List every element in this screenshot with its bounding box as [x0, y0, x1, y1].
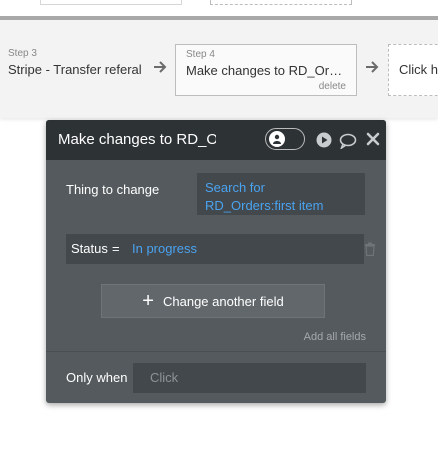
- change-another-field-button[interactable]: + Change another field: [101, 284, 325, 318]
- comment-icon[interactable]: [339, 133, 357, 154]
- add-step-placeholder[interactable]: Click he: [388, 44, 438, 96]
- panel-header: Make changes to RD_Ord: [46, 120, 386, 160]
- panel-title: Make changes to RD_Ord: [58, 131, 216, 148]
- step-delete-link[interactable]: delete: [319, 81, 346, 92]
- step-label: Step 4: [186, 49, 215, 60]
- field-change-row[interactable]: Status = In progress: [66, 234, 364, 264]
- add-all-fields-link[interactable]: Add all fields: [304, 331, 366, 343]
- step-title: Stripe - Transfer referal: [8, 62, 142, 77]
- workflow-steps-bar: Step 3 Stripe - Transfer referal Step 4 …: [0, 16, 438, 118]
- plus-icon: +: [142, 290, 154, 312]
- thing-to-change-input[interactable]: Search for RD_Orders:first item: [197, 173, 365, 215]
- user-icon: [269, 131, 285, 147]
- field-value[interactable]: In progress: [132, 241, 197, 256]
- workflow-step-4[interactable]: Step 4 Make changes to RD_Order... delet…: [175, 44, 357, 96]
- trash-icon[interactable]: [364, 242, 376, 261]
- property-editor-panel: Make changes to RD_Ord Thing to change S…: [46, 120, 386, 403]
- canvas-element-stub: [40, 0, 182, 5]
- step-title: Make changes to RD_Order...: [186, 63, 348, 78]
- only-when-label: Only when: [66, 370, 128, 385]
- field-operator: =: [112, 241, 120, 256]
- close-icon[interactable]: [366, 132, 380, 151]
- debug-toggle[interactable]: [265, 128, 305, 150]
- step-title: Click he: [399, 62, 438, 77]
- change-another-field-label: Change another field: [162, 293, 284, 309]
- only-when-input[interactable]: Click: [133, 363, 366, 393]
- play-icon[interactable]: [316, 132, 332, 153]
- divider: [46, 351, 386, 352]
- canvas-element-stub-dashed: [210, 0, 352, 5]
- arrow-right-icon: [366, 60, 380, 76]
- field-name: Status: [71, 241, 108, 256]
- thing-to-change-label: Thing to change: [66, 182, 160, 197]
- arrow-right-icon: [154, 60, 168, 76]
- step-label: Step 3: [8, 48, 37, 59]
- workflow-step-3[interactable]: Step 3 Stripe - Transfer referal: [8, 48, 142, 96]
